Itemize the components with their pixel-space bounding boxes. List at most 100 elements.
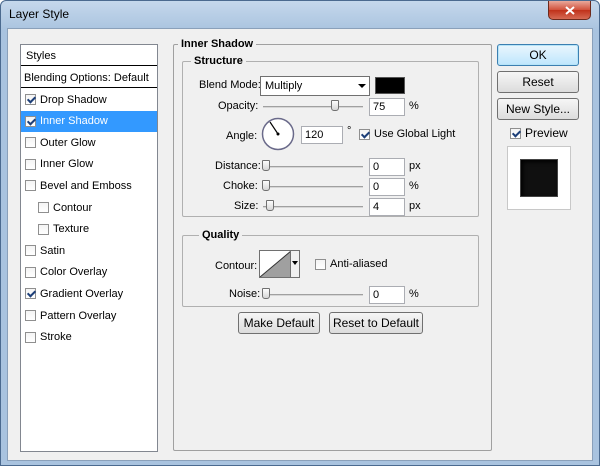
style-preview-thumbnail xyxy=(507,146,571,210)
preview-checkbox[interactable]: Preview xyxy=(510,126,568,140)
make-default-button[interactable]: Make Default xyxy=(238,312,320,334)
angle-unit: ° xyxy=(347,125,352,137)
blend-mode-label: Blend Mode: xyxy=(199,79,261,91)
style-item-label: Bevel and Emboss xyxy=(40,179,132,192)
checkbox-icon[interactable] xyxy=(25,137,36,149)
quality-title: Quality xyxy=(199,229,243,241)
anti-aliased-label: Anti-aliased xyxy=(330,258,388,270)
style-item-label: Outer Glow xyxy=(40,136,96,149)
angle-input[interactable]: 120 xyxy=(301,126,343,144)
style-item-label: Inner Glow xyxy=(40,158,94,171)
contour-dropdown-button[interactable] xyxy=(290,251,299,277)
checkbox-icon[interactable] xyxy=(38,223,49,235)
title-bar[interactable]: Layer Style xyxy=(1,1,599,27)
checkbox-icon[interactable] xyxy=(25,266,36,278)
dialog-body: Styles Blending Options: Default Drop Sh… xyxy=(7,28,593,461)
size-slider-track[interactable] xyxy=(263,206,363,208)
size-slider-thumb[interactable] xyxy=(266,200,274,211)
close-button[interactable] xyxy=(548,1,591,20)
checkbox-icon xyxy=(315,258,326,270)
choke-unit: % xyxy=(409,180,419,192)
checkbox-icon[interactable] xyxy=(25,288,36,300)
noise-slider-thumb[interactable] xyxy=(262,288,270,299)
opacity-slider-track[interactable] xyxy=(263,106,363,108)
structure-group: Structure Blend Mode: Multiply Opacity: … xyxy=(182,55,479,217)
contour-picker[interactable] xyxy=(259,250,300,278)
checkbox-icon[interactable] xyxy=(25,180,36,192)
style-item-label: Gradient Overlay xyxy=(40,287,124,300)
checkbox-icon[interactable] xyxy=(25,310,36,321)
noise-slider-track[interactable] xyxy=(263,294,363,296)
style-item-label: Texture xyxy=(53,223,90,236)
inner-shadow-title: Inner Shadow xyxy=(178,38,257,50)
contour-label: Contour: xyxy=(215,260,258,272)
opacity-input[interactable]: 75 xyxy=(369,98,405,116)
structure-title: Structure xyxy=(191,55,246,67)
size-label: Size: xyxy=(234,200,259,212)
style-item-satin[interactable]: Satin xyxy=(21,240,157,261)
angle-dial[interactable] xyxy=(261,117,295,151)
distance-label: Distance: xyxy=(215,160,261,172)
distance-slider-track[interactable] xyxy=(263,166,363,168)
chevron-down-icon xyxy=(292,261,298,265)
shadow-color-swatch[interactable] xyxy=(375,77,405,94)
size-input[interactable]: 4 xyxy=(369,198,405,216)
reset-to-default-button[interactable]: Reset to Default xyxy=(329,312,423,334)
angle-dial-icon xyxy=(261,117,295,151)
distance-slider-thumb[interactable] xyxy=(262,160,270,171)
opacity-unit: % xyxy=(409,100,419,112)
style-item-label: Color Overlay xyxy=(40,266,108,279)
style-item-inner-glow[interactable]: Inner Glow xyxy=(21,154,157,175)
checkbox-icon[interactable] xyxy=(25,245,36,257)
close-icon xyxy=(564,5,575,15)
checkbox-icon xyxy=(510,127,521,139)
preview-square xyxy=(521,160,557,196)
blending-options-item[interactable]: Blending Options: Default xyxy=(21,67,157,88)
anti-aliased-checkbox[interactable]: Anti-aliased xyxy=(315,258,387,270)
layer-style-window: Layer Style Styles Blending Options: Def… xyxy=(0,0,600,466)
style-item-texture[interactable]: Texture xyxy=(21,219,157,240)
styles-header[interactable]: Styles xyxy=(21,45,157,66)
checkbox-icon[interactable] xyxy=(25,115,36,127)
opacity-label: Opacity: xyxy=(218,100,259,112)
style-item-drop-shadow[interactable]: Drop Shadow xyxy=(21,89,157,110)
distance-input[interactable]: 0 xyxy=(369,158,405,176)
blend-mode-select[interactable]: Multiply xyxy=(260,76,370,96)
angle-label: Angle: xyxy=(226,130,258,142)
style-item-inner-shadow[interactable]: Inner Shadow xyxy=(21,110,157,132)
use-global-light-checkbox[interactable]: Use Global Light xyxy=(359,128,455,140)
style-item-bevel-and-emboss[interactable]: Bevel and Emboss xyxy=(21,175,157,196)
noise-unit: % xyxy=(409,288,419,300)
contour-curve-icon xyxy=(260,251,291,277)
chevron-down-icon xyxy=(358,84,366,88)
new-style-button[interactable]: New Style... xyxy=(497,98,579,120)
style-item-label: Contour xyxy=(53,201,93,214)
checkbox-icon[interactable] xyxy=(25,158,36,170)
style-item-color-overlay[interactable]: Color Overlay xyxy=(21,262,157,283)
style-item-outer-glow[interactable]: Outer Glow xyxy=(21,132,157,153)
ok-button[interactable]: OK xyxy=(497,44,579,66)
noise-input[interactable]: 0 xyxy=(369,286,405,304)
style-item-stroke[interactable]: Stroke xyxy=(21,327,157,348)
checkbox-icon[interactable] xyxy=(38,202,49,213)
style-item-gradient-overlay[interactable]: Gradient Overlay xyxy=(21,283,157,304)
style-item-label: Pattern Overlay xyxy=(40,309,117,322)
choke-slider-thumb[interactable] xyxy=(262,180,270,191)
blend-mode-value: Multiply xyxy=(265,80,303,92)
use-global-light-label: Use Global Light xyxy=(374,128,456,140)
checkbox-icon[interactable] xyxy=(25,94,36,105)
checkbox-icon[interactable] xyxy=(25,331,36,343)
style-item-pattern-overlay[interactable]: Pattern Overlay xyxy=(21,305,157,326)
quality-group: Quality Contour: Anti-aliased Noise: 0 % xyxy=(182,229,479,307)
opacity-slider-thumb[interactable] xyxy=(331,100,339,111)
size-unit: px xyxy=(409,200,421,212)
window-title: Layer Style xyxy=(9,7,70,21)
choke-label: Choke: xyxy=(223,180,258,192)
checkbox-icon xyxy=(359,128,370,140)
style-item-contour[interactable]: Contour xyxy=(21,197,157,218)
choke-input[interactable]: 0 xyxy=(369,178,405,196)
choke-slider-track[interactable] xyxy=(263,186,363,188)
noise-label: Noise: xyxy=(229,288,261,300)
reset-button[interactable]: Reset xyxy=(497,71,579,93)
style-item-label: Stroke xyxy=(40,331,72,344)
